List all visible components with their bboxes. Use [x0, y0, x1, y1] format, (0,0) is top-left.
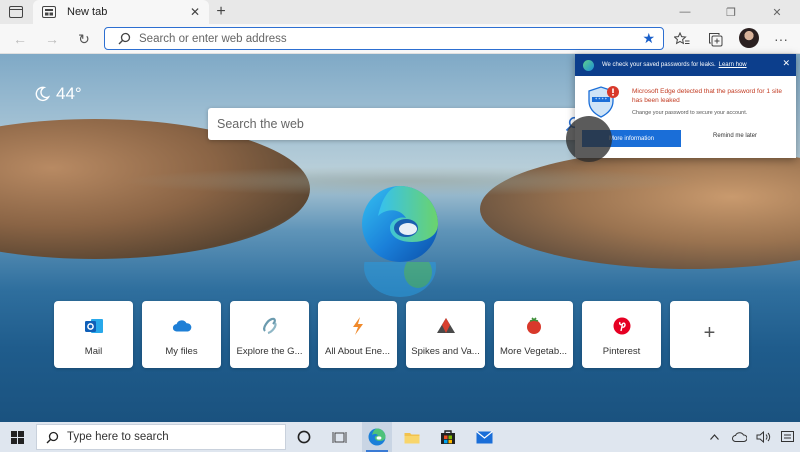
- mail-app-button[interactable]: [470, 422, 498, 452]
- leak-alert-subtitle: Change your password to secure your acco…: [632, 110, 748, 116]
- tab-title: New tab: [67, 6, 108, 18]
- quick-link-label: All About Ene...: [325, 346, 390, 357]
- back-button[interactable]: ←: [8, 27, 32, 51]
- cloud-icon: [731, 432, 747, 442]
- plus-icon: +: [703, 321, 716, 344]
- tab-new-tab[interactable]: New tab ✕: [33, 0, 209, 24]
- quick-link-label: Spikes and Va...: [411, 346, 480, 357]
- tab-actions-button[interactable]: [4, 3, 28, 21]
- minimize-button[interactable]: —: [662, 0, 708, 24]
- new-tab-button[interactable]: +: [211, 3, 231, 21]
- quick-link-label: Mail: [84, 346, 103, 357]
- address-bar[interactable]: ★: [104, 27, 664, 50]
- add-quick-link-button[interactable]: +: [670, 301, 749, 368]
- quick-link-energy[interactable]: All About Ene...: [318, 301, 397, 368]
- favorites-list-icon: [674, 32, 690, 45]
- volume-button[interactable]: [752, 422, 774, 452]
- maximize-button[interactable]: ❐: [708, 0, 754, 24]
- title-bar: New tab ✕ + — ❐ ✕: [0, 0, 800, 24]
- search-icon: [117, 32, 131, 46]
- cortana-circle-icon: [297, 430, 311, 444]
- web-search-box[interactable]: [208, 108, 588, 140]
- navigation-toolbar: ← → ↻ ★ ···: [0, 24, 800, 54]
- windows-logo-icon: [10, 430, 24, 444]
- quick-link-spikes[interactable]: Spikes and Va...: [406, 301, 485, 368]
- collections-button[interactable]: [703, 27, 727, 51]
- window-close-button[interactable]: ✕: [754, 0, 800, 24]
- address-input[interactable]: [139, 32, 619, 45]
- refresh-button[interactable]: ↻: [72, 27, 96, 51]
- mountain-icon: [436, 316, 456, 336]
- windows-taskbar: [0, 422, 800, 452]
- quick-link-vegetables[interactable]: More Vegetab...: [494, 301, 573, 368]
- forward-button[interactable]: →: [40, 27, 64, 51]
- link-icon: [260, 316, 280, 336]
- onedrive-icon: [172, 316, 192, 336]
- tab-actions-icon: [9, 6, 23, 18]
- quick-link-pinterest[interactable]: Pinterest: [582, 301, 661, 368]
- folder-icon: [404, 432, 420, 443]
- popup-close-button[interactable]: ✕: [782, 58, 790, 69]
- learn-how-link[interactable]: Learn how: [719, 62, 747, 68]
- weather-temperature: 44°: [56, 84, 82, 103]
- tab-close-button[interactable]: ✕: [187, 4, 203, 20]
- remind-me-later-button[interactable]: Remind me later: [713, 133, 757, 139]
- outlook-icon: [84, 316, 104, 336]
- store-bag-icon: [441, 430, 455, 444]
- tomato-icon: [524, 316, 544, 336]
- collections-icon: [708, 32, 722, 46]
- quick-link-mail[interactable]: Mail: [54, 301, 133, 368]
- taskbar-search-input[interactable]: [67, 431, 277, 443]
- leak-alert-title: Microsoft Edge detected that the passwor…: [632, 88, 782, 104]
- quick-link-my-files[interactable]: My files: [142, 301, 221, 368]
- mail-envelope-icon: [475, 430, 493, 443]
- moon-icon: [35, 86, 50, 102]
- task-view-icon: [332, 431, 347, 443]
- quick-link-explore[interactable]: Explore the G...: [230, 301, 309, 368]
- store-button[interactable]: [434, 422, 462, 452]
- profile-avatar[interactable]: [739, 28, 759, 48]
- taskbar-search-box[interactable]: [36, 424, 286, 450]
- start-button[interactable]: [0, 422, 34, 452]
- favorites-button[interactable]: [670, 27, 694, 51]
- svg-text:* * * *: * * * *: [595, 97, 607, 102]
- quick-link-label: My files: [165, 346, 198, 357]
- edge-logo-icon: [362, 186, 438, 262]
- speaker-icon: [756, 431, 770, 443]
- quick-link-label: More Vegetab...: [499, 346, 568, 357]
- show-hidden-icons-button[interactable]: [704, 422, 724, 452]
- file-explorer-button[interactable]: [398, 422, 426, 452]
- weather-widget[interactable]: 44°: [34, 84, 82, 104]
- notifications-button[interactable]: [776, 422, 798, 452]
- search-icon: [45, 430, 59, 444]
- cortana-button[interactable]: [290, 422, 318, 452]
- quick-link-label: Pinterest: [602, 346, 641, 357]
- click-indicator-cursor: [566, 116, 612, 162]
- pinterest-icon: [612, 316, 632, 336]
- quick-links: Mail My files Explore the G... All About…: [54, 301, 749, 368]
- edge-small-icon: [583, 59, 594, 71]
- edge-taskbar-icon: [368, 428, 386, 446]
- chevron-up-icon: [709, 434, 719, 440]
- favorite-star-icon[interactable]: ★: [642, 30, 655, 47]
- shield-alert-icon: * * * *: [588, 86, 619, 118]
- popup-header-text: We check your saved passwords for leaks.: [602, 62, 716, 68]
- task-view-button[interactable]: [326, 422, 354, 452]
- onedrive-tray-button[interactable]: [728, 422, 750, 452]
- lightning-icon: [348, 316, 368, 336]
- settings-more-button[interactable]: ···: [769, 27, 793, 51]
- taskbar-edge-button[interactable]: [362, 422, 392, 452]
- popup-header: We check your saved passwords for leaks.…: [575, 54, 796, 76]
- new-tab-page-icon: [41, 4, 57, 20]
- notification-icon: [780, 430, 794, 442]
- quick-link-label: Explore the G...: [236, 346, 303, 357]
- web-search-input[interactable]: [217, 117, 547, 131]
